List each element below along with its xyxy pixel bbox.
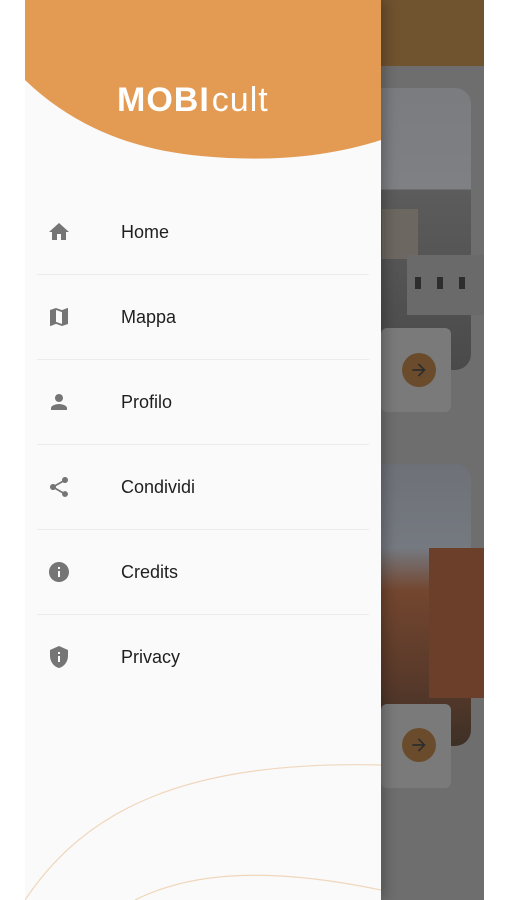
- tower-shape: [382, 209, 418, 259]
- menu-item-mappa[interactable]: Mappa: [37, 275, 369, 360]
- menu-item-profilo[interactable]: Profilo: [37, 360, 369, 445]
- building-shape: [429, 548, 484, 698]
- menu-item-label: Home: [121, 221, 170, 242]
- menu-item-label: Mappa: [121, 306, 177, 327]
- navigation-drawer: MOBI cult Home Mappa Profilo Condividi C…: [25, 0, 381, 900]
- drawer-menu: Home Mappa Profilo Condividi Credits Pri…: [37, 190, 369, 699]
- share-icon: [37, 475, 81, 499]
- menu-item-credits[interactable]: Credits: [37, 530, 369, 615]
- menu-item-label: Condividi: [121, 476, 196, 497]
- shield-icon: [37, 645, 81, 669]
- menu-item-privacy[interactable]: Privacy: [37, 615, 369, 699]
- menu-item-home[interactable]: Home: [37, 190, 369, 275]
- arrow-forward-icon: [412, 363, 426, 377]
- decorative-arcs: [25, 764, 381, 900]
- home-icon: [37, 220, 81, 244]
- menu-item-label: Privacy: [121, 646, 181, 667]
- menu-item-label: Profilo: [121, 391, 173, 412]
- arrow-forward-icon: [412, 738, 426, 752]
- window: [459, 277, 465, 289]
- place-card-2-arrow-button[interactable]: [402, 728, 436, 762]
- menu-item-label: Credits: [121, 561, 179, 582]
- building-shape: [407, 255, 484, 315]
- person-icon: [37, 390, 81, 414]
- screen: MOBI cult Home Mappa Profilo Condividi C…: [25, 0, 484, 900]
- window: [415, 277, 421, 289]
- map-icon: [37, 305, 81, 329]
- app-logo: MOBI cult: [117, 80, 289, 120]
- logo-text-light: cult: [211, 80, 269, 119]
- place-card-1-arrow-button[interactable]: [402, 353, 436, 387]
- info-icon: [37, 560, 81, 584]
- menu-item-condividi[interactable]: Condividi: [37, 445, 369, 530]
- logo-text-strong: MOBI: [117, 80, 210, 119]
- window: [437, 277, 443, 289]
